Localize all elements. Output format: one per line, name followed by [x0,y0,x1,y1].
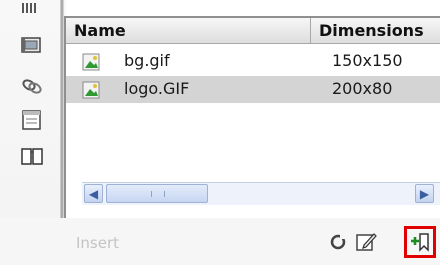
asset-name: logo.GIF [124,79,190,98]
new-favorite-icon [411,233,429,252]
asset-dimensions: 200x80 [332,79,393,98]
templates-category-icon[interactable] [20,108,44,132]
chevron-left-icon: ◀ [88,187,99,201]
edit-icon[interactable] [354,230,378,254]
links-category-icon[interactable] [20,74,44,98]
movie-category-icon[interactable] [20,34,44,58]
assets-toolbar: Insert [0,218,440,265]
scrollbar-thumb[interactable] [106,184,208,203]
asset-row-bg-gif[interactable]: bg.gif 150x150 [66,48,440,75]
scroll-left-button[interactable]: ◀ [84,184,103,203]
column-header-dimensions[interactable]: Dimensions [311,18,440,43]
asset-dimensions: 150x150 [332,51,403,70]
insert-button[interactable]: Insert [76,234,119,252]
assets-panel-window: Name Dimensions bg.gif 150x150 logo.GIF … [0,0,440,265]
gif-image-icon [82,52,102,72]
new-favorite-button[interactable] [404,226,436,258]
images-category-icon[interactable] [20,0,44,13]
scroll-right-button[interactable]: ▶ [415,184,434,203]
refresh-icon[interactable] [326,230,350,254]
library-category-icon[interactable] [20,144,44,168]
gif-image-icon [82,80,102,100]
asset-name: bg.gif [124,51,170,70]
column-header-name[interactable]: Name [66,18,311,43]
asset-row-logo-gif[interactable]: logo.GIF 200x80 [66,76,440,103]
horizontal-scrollbar[interactable]: ◀ ▶ [82,182,440,205]
asset-list-header: Name Dimensions [66,18,440,44]
chevron-right-icon: ▶ [419,187,430,201]
thumb-grip-icon [151,191,165,197]
